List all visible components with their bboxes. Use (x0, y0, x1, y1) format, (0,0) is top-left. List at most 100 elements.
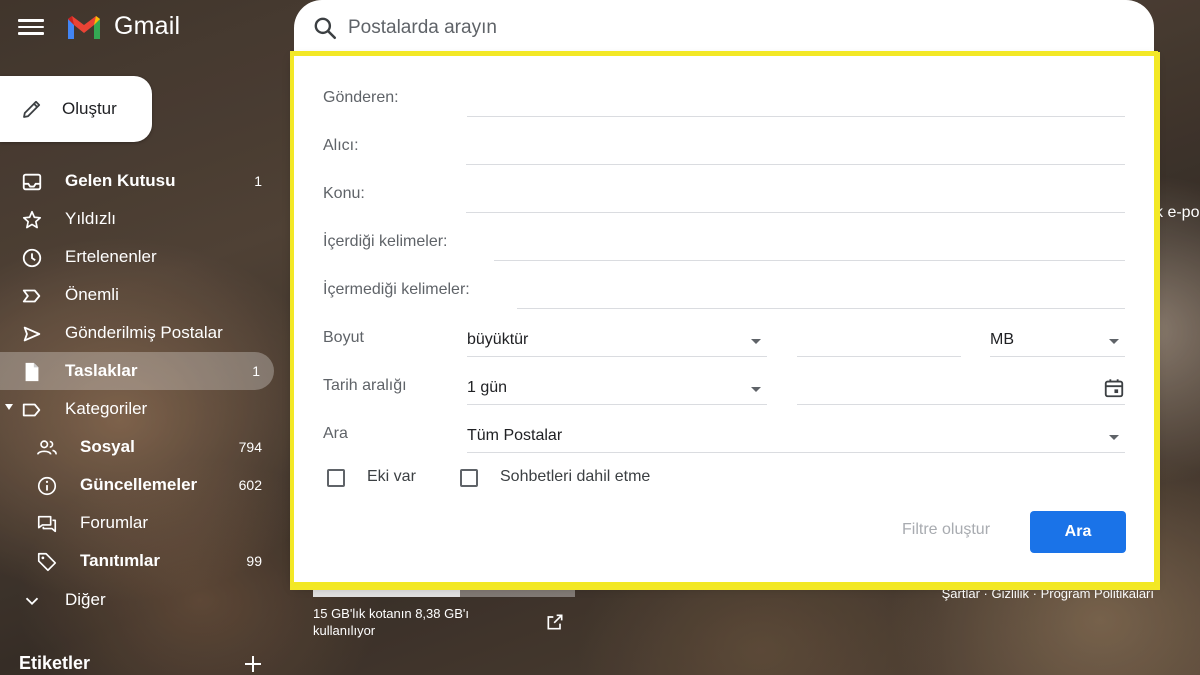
date-label: Tarih aralığı (323, 377, 407, 394)
app-name: Gmail (114, 12, 181, 40)
date-range-value: 1 gün (467, 379, 508, 396)
size-row: Boyut büyüktür MB (323, 317, 1125, 357)
from-underline (467, 116, 1125, 117)
pencil-icon (23, 100, 41, 118)
tag-icon (37, 552, 57, 572)
important-icon (22, 289, 41, 303)
not-words-input[interactable] (517, 277, 1125, 307)
main-menu-button[interactable] (18, 16, 44, 38)
labels-heading: Etiketler (19, 653, 91, 673)
sidebar-item-snoozed[interactable]: Ertelenenler (0, 238, 276, 276)
dropdown-arrow-icon (1109, 339, 1119, 344)
search-input[interactable] (348, 16, 1048, 39)
dropdown-arrow-icon (751, 387, 761, 392)
date-row: Tarih aralığı 1 gün (323, 365, 1125, 405)
to-row: Alıcı: (323, 125, 1125, 165)
subject-underline (466, 212, 1125, 213)
sidebar-item-categories[interactable]: Kategoriler (0, 390, 276, 428)
sidebar-item-count: 794 (238, 439, 262, 455)
sidebar-item-promotions[interactable]: Tanıtımlar 99 (0, 542, 276, 580)
has-attachment-checkbox[interactable] (327, 469, 345, 487)
calendar-icon[interactable] (1103, 377, 1125, 399)
has-words-underline (494, 260, 1125, 261)
partial-email-text: k e-po (1155, 204, 1200, 221)
size-operator-select[interactable]: büyüktür (467, 325, 767, 357)
has-words-row: İçerdiği kelimeler: (323, 221, 1125, 261)
size-operator-value: büyüktür (467, 331, 529, 348)
clock-icon (22, 248, 42, 268)
date-range-select[interactable]: 1 gün (467, 373, 767, 405)
dropdown-arrow-icon (1109, 435, 1119, 440)
exclude-chats-checkbox[interactable] (460, 469, 478, 487)
gmail-m-icon (68, 15, 100, 39)
footer-links[interactable]: Şartlar · Gizlilik · Program Politikalar… (942, 586, 1154, 601)
create-filter-button[interactable]: Filtre oluştur (902, 521, 990, 539)
to-input[interactable] (466, 133, 1125, 163)
to-underline (466, 164, 1125, 165)
compose-label: Oluştur (62, 99, 117, 118)
sidebar-item-count: 602 (238, 477, 262, 493)
subject-input[interactable] (466, 181, 1125, 211)
search-in-select[interactable]: Tüm Postalar (467, 421, 1125, 453)
search-in-label: Ara (323, 425, 348, 442)
sidebar-item-label: Gelen Kutusu (65, 171, 176, 190)
sidebar-item-important[interactable]: Önemli (0, 276, 276, 314)
size-label: Boyut (323, 329, 364, 346)
from-input[interactable] (467, 85, 1125, 115)
sidebar-item-sent[interactable]: Gönderilmiş Postalar (0, 314, 276, 352)
search-bar[interactable] (294, 0, 1154, 55)
sidebar-item-label: Tanıtımlar (80, 551, 160, 570)
sidebar-item-label: Taslaklar (65, 361, 138, 380)
search-icon[interactable] (312, 15, 338, 41)
sidebar-item-label: Diğer (65, 590, 106, 609)
forum-icon (37, 515, 57, 533)
subject-label: Konu: (323, 185, 365, 202)
search-in-value: Tüm Postalar (467, 427, 563, 444)
sidebar-item-forums[interactable]: Forumlar (0, 504, 276, 542)
search-in-row: Ara Tüm Postalar (323, 413, 1125, 453)
sidebar-item-count: 1 (252, 363, 260, 379)
size-unit-value: MB (990, 331, 1014, 348)
caret-down-icon[interactable] (5, 404, 13, 410)
not-words-label: İçermediği kelimeler: (323, 281, 470, 298)
has-words-label: İçerdiği kelimeler: (323, 233, 448, 250)
search-button[interactable]: Ara (1030, 511, 1126, 553)
sidebar-item-inbox[interactable]: Gelen Kutusu 1 (0, 162, 276, 200)
from-row: Gönderen: (323, 77, 1125, 117)
sidebar-item-label: Sosyal (80, 437, 135, 456)
sidebar-item-count: 99 (246, 553, 262, 569)
send-icon (23, 326, 41, 342)
from-label: Gönderen: (323, 89, 399, 106)
sidebar-item-label: Önemli (65, 285, 119, 304)
has-attachment-label: Eki var (367, 468, 416, 485)
people-icon (37, 440, 57, 455)
inbox-icon (22, 173, 42, 191)
open-external-icon[interactable] (545, 612, 565, 632)
storage-bar (313, 590, 575, 597)
sidebar-item-updates[interactable]: Güncellemeler 602 (0, 466, 276, 504)
date-input[interactable] (797, 373, 1125, 405)
sidebar-item-drafts[interactable]: Taslaklar 1 (0, 352, 274, 390)
add-label-icon[interactable] (243, 654, 263, 674)
sidebar-item-label: Gönderilmiş Postalar (65, 323, 223, 342)
draft-icon (25, 362, 39, 382)
sidebar-item-social[interactable]: Sosyal 794 (0, 428, 276, 466)
to-label: Alıcı: (323, 137, 359, 154)
has-words-input[interactable] (494, 229, 1125, 259)
gmail-logo[interactable]: Gmail (66, 12, 180, 41)
compose-button[interactable]: Oluştur (0, 76, 152, 142)
not-words-row: İçermediği kelimeler: (323, 269, 1125, 309)
sidebar-item-more[interactable]: Diğer (0, 581, 276, 619)
storage-bar-fill (313, 590, 460, 597)
sidebar-item-label: Yıldızlı (65, 209, 117, 228)
dropdown-arrow-icon (751, 339, 761, 344)
sidebar-item-label: Forumlar (80, 513, 149, 532)
size-value-input[interactable] (797, 325, 961, 357)
subject-row: Konu: (323, 173, 1125, 213)
advanced-search-dialog: Gönderen: Alıcı: Konu: İçerdiği kelimele… (290, 51, 1158, 586)
info-icon (37, 476, 57, 496)
sidebar-item-count: 1 (254, 173, 262, 189)
size-unit-select[interactable]: MB (990, 325, 1125, 357)
exclude-chats-label: Sohbetleri dahil etme (500, 468, 651, 485)
sidebar-item-starred[interactable]: Yıldızlı (0, 200, 276, 238)
